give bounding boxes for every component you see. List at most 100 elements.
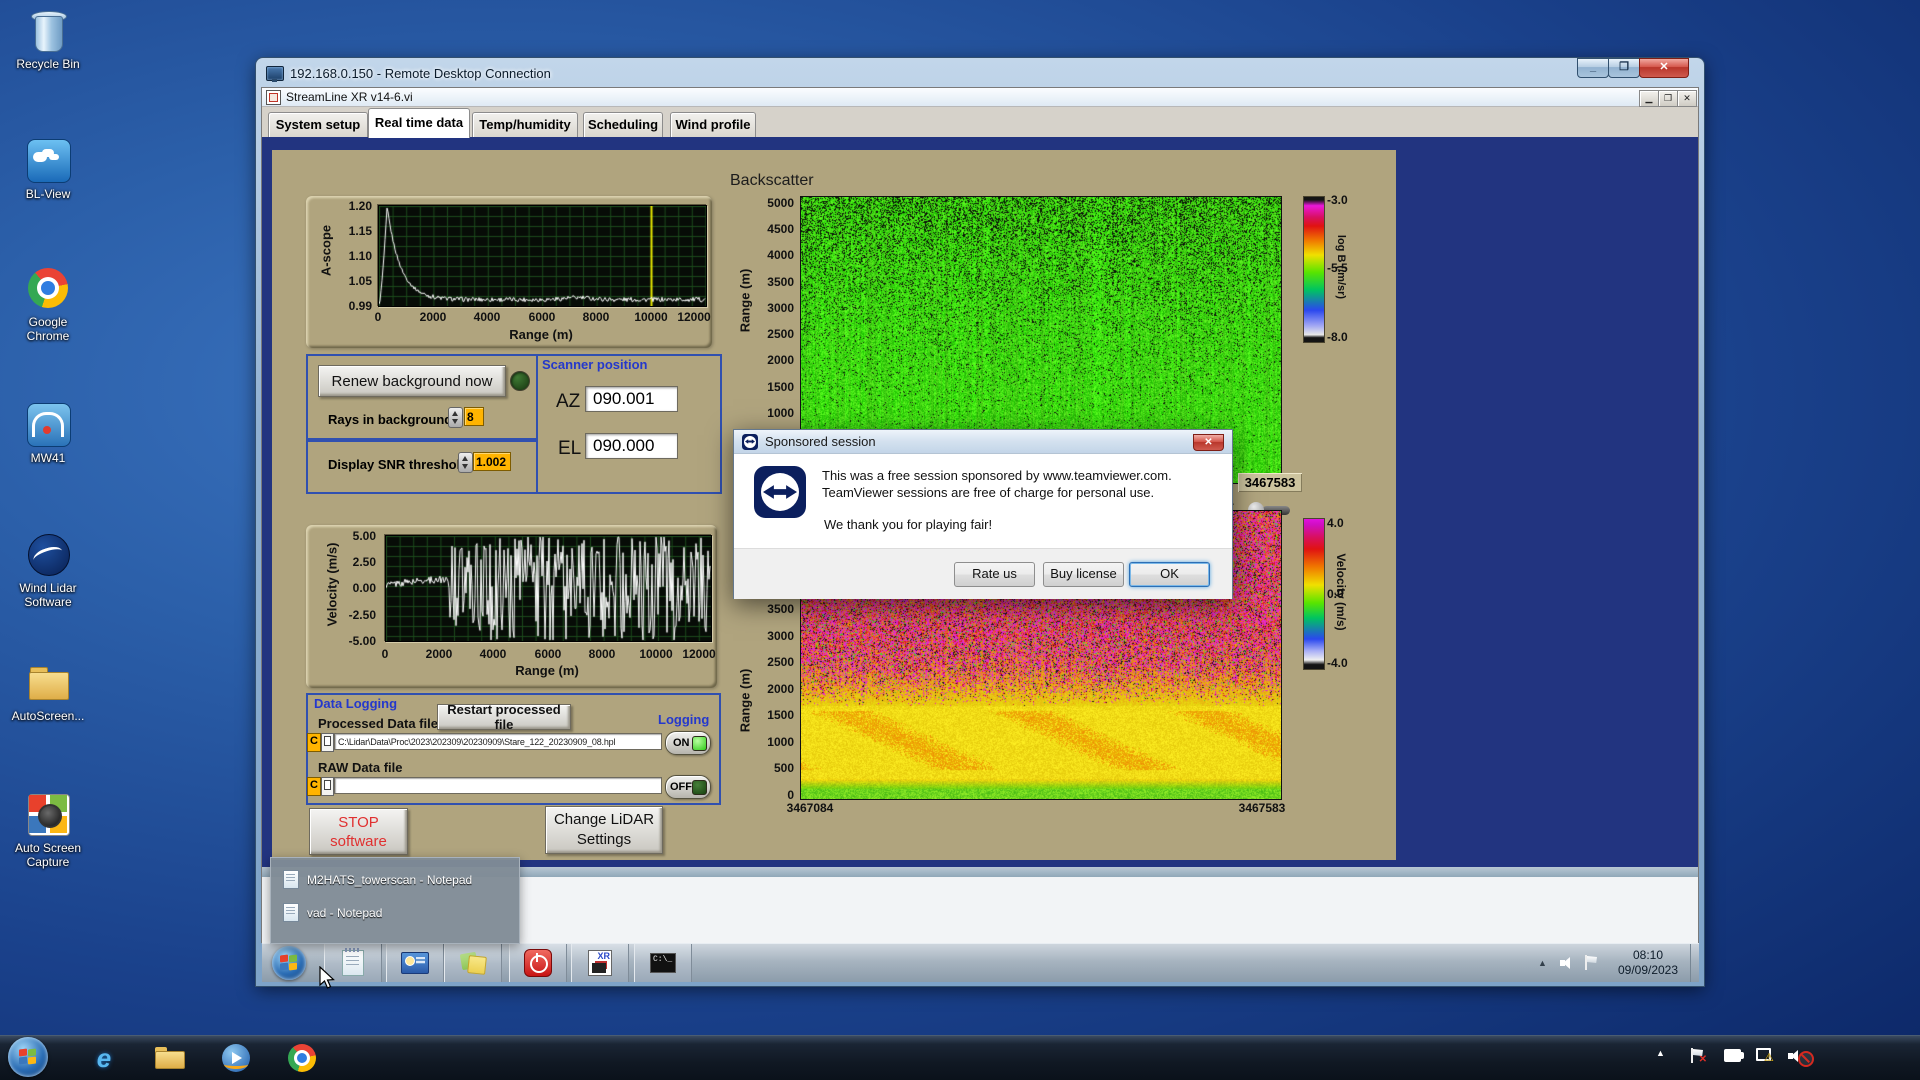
desktop-icon-recycle-bin[interactable]: Recycle Bin [2, 6, 94, 71]
rdp-titlebar[interactable]: 192.168.0.150 - Remote Desktop Connectio… [266, 63, 1366, 83]
taskbar-media-player-button[interactable] [216, 1043, 256, 1073]
desktop-icon-wind-lidar[interactable]: Wind Lidar Software [2, 530, 94, 609]
ascope-xtick: 0 [374, 310, 382, 324]
tab-system-setup[interactable]: System setup [268, 112, 368, 137]
show-desktop-separator[interactable] [1690, 944, 1691, 982]
change-lidar-settings-button[interactable]: Change LiDAR Settings [545, 806, 663, 854]
raw-browse-icon[interactable] [321, 777, 334, 796]
rdp-minimize-button[interactable]: _ [1577, 58, 1609, 78]
tab-wind-profile[interactable]: Wind profile [670, 112, 756, 137]
desktop-icon-auto-screen-capture[interactable]: Auto Screen Capture [2, 790, 94, 869]
remote-task-stop-app[interactable] [509, 944, 567, 982]
velocity-plot-canvas[interactable] [385, 535, 712, 642]
battery-icon[interactable] [1724, 1049, 1744, 1062]
raw-drive-box[interactable]: C [307, 777, 321, 796]
remote-task-sticky-notes[interactable] [444, 944, 502, 982]
raw-logging-toggle[interactable]: OFF [665, 775, 711, 799]
chrome-icon [24, 264, 72, 312]
toggle-on-light [692, 736, 707, 751]
scanner-position-title: Scanner position [542, 357, 648, 372]
remote-tray-expand-arrow[interactable]: ▲ [1538, 958, 1547, 968]
control-panel-icon [401, 952, 429, 974]
remote-task-xr-app[interactable]: XR [571, 944, 629, 982]
bl-view-icon [24, 136, 72, 184]
raw-data-file-path[interactable] [334, 777, 662, 794]
rays-value-field[interactable]: 8 [464, 407, 484, 426]
renew-led-indicator [510, 371, 530, 391]
velocity-colorbar-tick: 4.0 [1327, 516, 1344, 530]
app-window-title: StreamLine XR v14-6.vi [286, 90, 413, 104]
remote-start-button[interactable] [272, 946, 306, 980]
remote-task-cmd[interactable]: C:\_ [634, 944, 692, 982]
ascope-xtick: 4000 [473, 310, 501, 324]
el-label: EL [558, 438, 582, 459]
rate-us-button[interactable]: Rate us [954, 562, 1035, 587]
velmap-xtick-start: 3467084 [786, 801, 834, 815]
velmap-ytick: 1000 [767, 735, 794, 749]
network-status-icon[interactable]: ⚠ [1756, 1048, 1774, 1064]
remote-action-center-flag-icon[interactable] [1584, 955, 1598, 970]
desktop-icon-label: Recycle Bin [16, 57, 80, 71]
el-value-field[interactable]: 090.000 [585, 433, 678, 459]
ascope-xtick: 12000 [677, 310, 711, 324]
rdp-maximize-button[interactable]: ❐ [1608, 58, 1640, 78]
velmap-ytick: 3500 [767, 602, 794, 616]
backscatter-ytick: 1000 [767, 406, 794, 420]
dialog-title: Sponsored session [765, 434, 876, 449]
ascope-ytick: 1.20 [348, 199, 372, 213]
app-close-button[interactable]: ✕ [1677, 90, 1697, 107]
backscatter-ytick: 4000 [767, 248, 794, 262]
app-minimize-button[interactable]: ▁ [1639, 90, 1659, 107]
snr-value-field[interactable]: 1.002 [473, 452, 511, 471]
processed-browse-icon[interactable] [321, 733, 334, 752]
desktop-icon-autoscreen-folder[interactable]: AutoScreen... [2, 658, 94, 723]
desktop-icon-bl-view[interactable]: BL-View [2, 136, 94, 201]
remote-speaker-icon[interactable] [1560, 956, 1576, 970]
remote-clock[interactable]: 08:10 09/09/2023 [1607, 948, 1689, 978]
desktop-icon-chrome[interactable]: Google Chrome [2, 264, 94, 343]
app-titlebar[interactable]: StreamLine XR v14-6.vi [262, 88, 1698, 107]
app-restore-button[interactable]: ❐ [1658, 90, 1678, 107]
rays-spinner[interactable] [448, 407, 463, 428]
backscatter-ytick: 2000 [767, 353, 794, 367]
host-start-button[interactable] [8, 1037, 48, 1077]
taskbar-explorer-button[interactable] [150, 1043, 190, 1073]
az-value-field[interactable]: 090.001 [585, 386, 678, 412]
tab-real-time-data[interactable]: Real time data [368, 108, 470, 138]
action-center-flag-icon[interactable]: ✕ [1690, 1048, 1707, 1065]
tab-scheduling[interactable]: Scheduling [583, 112, 663, 137]
tab-temp-humidity[interactable]: Temp/humidity [472, 112, 578, 137]
ascope-ylabel: A-scope [318, 224, 334, 277]
ok-button[interactable]: OK [1129, 562, 1210, 587]
rdp-close-button[interactable]: ✕ [1639, 58, 1689, 78]
ascope-xtick: 10000 [634, 310, 668, 324]
snr-spinner[interactable] [458, 452, 473, 473]
dialog-titlebar[interactable]: Sponsored session [734, 430, 1232, 454]
taskbar-chrome-button[interactable] [282, 1043, 322, 1073]
remote-task-control-panel[interactable] [386, 944, 444, 982]
mouse-cursor [319, 966, 335, 989]
processed-drive-box[interactable]: C [307, 733, 321, 752]
dialog-body-line2: TeamViewer sessions are free of charge f… [822, 485, 1155, 500]
restart-processed-file-button[interactable]: Restart processed file [437, 702, 571, 732]
processed-logging-toggle[interactable]: ON [665, 731, 711, 755]
buy-license-button[interactable]: Buy license [1043, 562, 1124, 587]
desktop-icon-label: BL-View [25, 187, 71, 201]
desktop-icon-label: AutoScreen... [11, 709, 85, 723]
desktop-icon-mw41[interactable]: MW41 [2, 400, 94, 465]
popup-item-m2hats[interactable]: M2HATS_towerscan - Notepad [283, 870, 472, 889]
backscatter-ytick: 2500 [767, 327, 794, 341]
dialog-close-button[interactable]: ✕ [1193, 434, 1224, 451]
taskbar-ie-button[interactable]: e [84, 1043, 124, 1073]
renew-background-button[interactable]: Renew background now [318, 365, 506, 397]
ascope-plot-canvas[interactable] [378, 205, 707, 307]
popup-item-vad[interactable]: vad - Notepad [283, 903, 382, 922]
stop-software-button[interactable]: STOP software [309, 808, 408, 855]
desktop-icon-label: Wind Lidar Software [19, 581, 77, 609]
velmap-ytick: 0 [787, 788, 794, 802]
tab-strip: System setup Real time data Temp/humidit… [262, 107, 1698, 138]
processed-data-file-path[interactable]: C:\Lidar\Data\Proc\2023\202309\20230909\… [334, 733, 662, 750]
host-tray-expand-arrow[interactable]: ▲ [1656, 1048, 1665, 1058]
logging-label: Logging [658, 712, 710, 727]
volume-muted-icon[interactable] [1788, 1049, 1814, 1067]
